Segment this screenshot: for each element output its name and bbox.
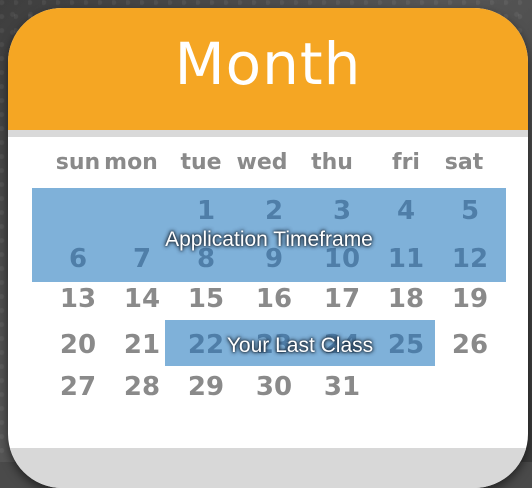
day-13: 13 bbox=[59, 284, 97, 314]
day-20: 20 bbox=[59, 330, 97, 360]
day-30: 30 bbox=[255, 372, 293, 402]
calendar-bottom-edge bbox=[8, 448, 528, 488]
weekday-mon: mon bbox=[104, 150, 158, 175]
weekday-sat: sat bbox=[444, 150, 484, 175]
day-1: 1 bbox=[196, 196, 216, 226]
day-18: 18 bbox=[387, 284, 425, 314]
weekday-thu: thu bbox=[311, 150, 353, 175]
day-28: 28 bbox=[123, 372, 161, 402]
application-timeframe-label: Application Timeframe bbox=[165, 228, 373, 251]
day-31: 31 bbox=[323, 372, 361, 402]
weekday-wed: wed bbox=[236, 150, 288, 175]
month-title: Month bbox=[174, 30, 362, 98]
day-17: 17 bbox=[323, 284, 361, 314]
day-19: 19 bbox=[451, 284, 489, 314]
weekday-sun: sun bbox=[55, 150, 101, 175]
day-2: 2 bbox=[264, 196, 284, 226]
weekday-tue: tue bbox=[180, 150, 222, 175]
day-16: 16 bbox=[255, 284, 293, 314]
weekday-fri: fri bbox=[392, 150, 420, 175]
day-14: 14 bbox=[123, 284, 161, 314]
day-15: 15 bbox=[187, 284, 225, 314]
header-divider bbox=[8, 130, 528, 137]
day-4: 4 bbox=[396, 196, 416, 226]
day-3: 3 bbox=[332, 196, 352, 226]
day-26: 26 bbox=[451, 330, 489, 360]
day-27: 27 bbox=[59, 372, 97, 402]
day-29: 29 bbox=[187, 372, 225, 402]
day-5: 5 bbox=[460, 196, 480, 226]
day-21: 21 bbox=[123, 330, 161, 360]
calendar-header: Month bbox=[8, 8, 528, 130]
last-class-label: Your Last Class bbox=[226, 334, 374, 357]
